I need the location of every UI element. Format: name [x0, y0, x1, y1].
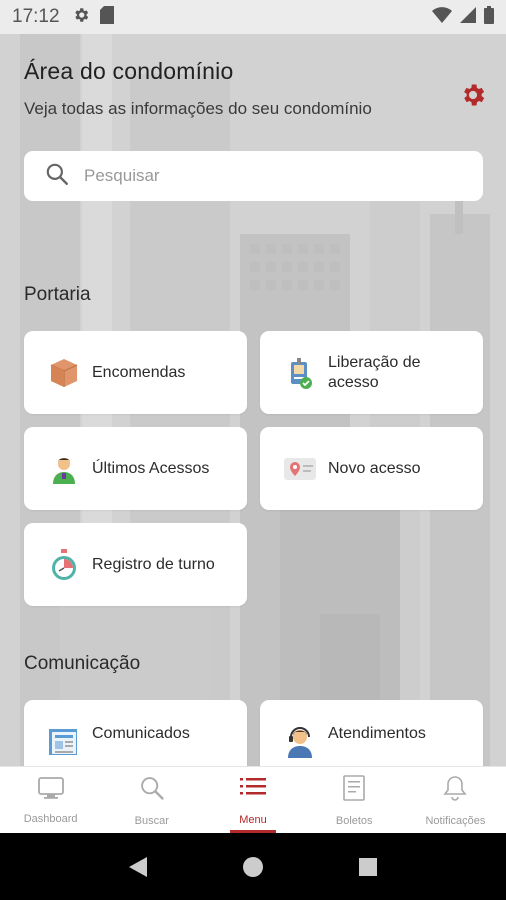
recents-square-icon [359, 857, 378, 876]
nav-buscar[interactable]: Buscar [101, 767, 202, 833]
status-time: 17:12 [12, 6, 60, 27]
section-title-comunicacao: Comunicação [24, 653, 141, 674]
bell-icon [442, 774, 468, 807]
search-icon [138, 774, 166, 807]
page-title: Área do condomínio [24, 58, 234, 84]
nav-label: Boletos [335, 814, 373, 827]
nav-dashboard[interactable]: Dashboard [0, 767, 101, 833]
wifi-icon [432, 6, 452, 28]
search-bar[interactable] [24, 151, 483, 201]
card-comunicados[interactable]: Comunicados [24, 700, 247, 766]
menu-list-icon [238, 775, 268, 806]
home-circle-icon [242, 856, 263, 877]
back-button[interactable] [118, 847, 158, 887]
status-bar: 17:12 [0, 0, 506, 34]
search-icon [44, 161, 70, 192]
settings-button[interactable] [456, 78, 490, 112]
nav-label: Buscar [134, 814, 169, 827]
system-navigation-bar [0, 833, 506, 900]
card-ultimos-acessos[interactable]: Últimos Acessos [24, 427, 247, 510]
gear-icon [464, 84, 485, 106]
card-label: Comunicados [92, 725, 190, 742]
signal-icon [460, 6, 476, 28]
nav-boletos[interactable]: Boletos [304, 767, 405, 833]
home-button[interactable] [233, 847, 273, 887]
nav-label: Dashboard [23, 812, 78, 825]
settings-status-icon [72, 6, 90, 29]
nav-notificacoes[interactable]: Notificações [405, 767, 506, 833]
nav-label: Menu [239, 813, 267, 826]
package-icon [46, 355, 82, 391]
card-label: Liberação de acesso [328, 353, 421, 391]
battery-icon [484, 5, 494, 29]
nav-menu[interactable]: Menu [202, 767, 303, 833]
nav-label: Notificações [425, 814, 486, 827]
location-card-icon [282, 451, 318, 487]
invoice-icon [342, 774, 366, 807]
monitor-icon [37, 776, 65, 805]
card-label: Encomendas [92, 363, 186, 381]
badge-check-icon [282, 355, 318, 391]
card-label: Últimos Acessos [92, 459, 210, 477]
card-registro-turno[interactable]: Registro de turno [24, 523, 247, 606]
back-triangle-icon [128, 856, 147, 877]
card-label: Novo acesso [328, 459, 421, 477]
card-novo-acesso[interactable]: Novo acesso [260, 427, 483, 510]
card-label: Registro de turno [92, 555, 215, 573]
page-subtitle: Veja todas as informações do seu condomí… [24, 99, 372, 118]
search-input[interactable] [84, 166, 444, 186]
card-encomendas[interactable]: Encomendas [24, 331, 247, 414]
bottom-navigation: Dashboard Buscar Menu Boletos Notificaçõ… [0, 766, 506, 833]
newspaper-icon [46, 724, 82, 760]
recents-button[interactable] [348, 847, 388, 887]
person-icon [46, 451, 82, 487]
section-title-portaria: Portaria [24, 284, 91, 305]
sd-card-icon [99, 5, 114, 29]
stopwatch-icon [46, 547, 82, 583]
page-header: Área do condomínio Veja todas as informa… [24, 58, 482, 119]
card-liberacao-acesso[interactable]: Liberação de acesso [260, 331, 483, 414]
support-agent-icon [282, 724, 318, 760]
card-label: Atendimentos [328, 725, 426, 742]
card-atendimentos[interactable]: Atendimentos [260, 700, 483, 766]
